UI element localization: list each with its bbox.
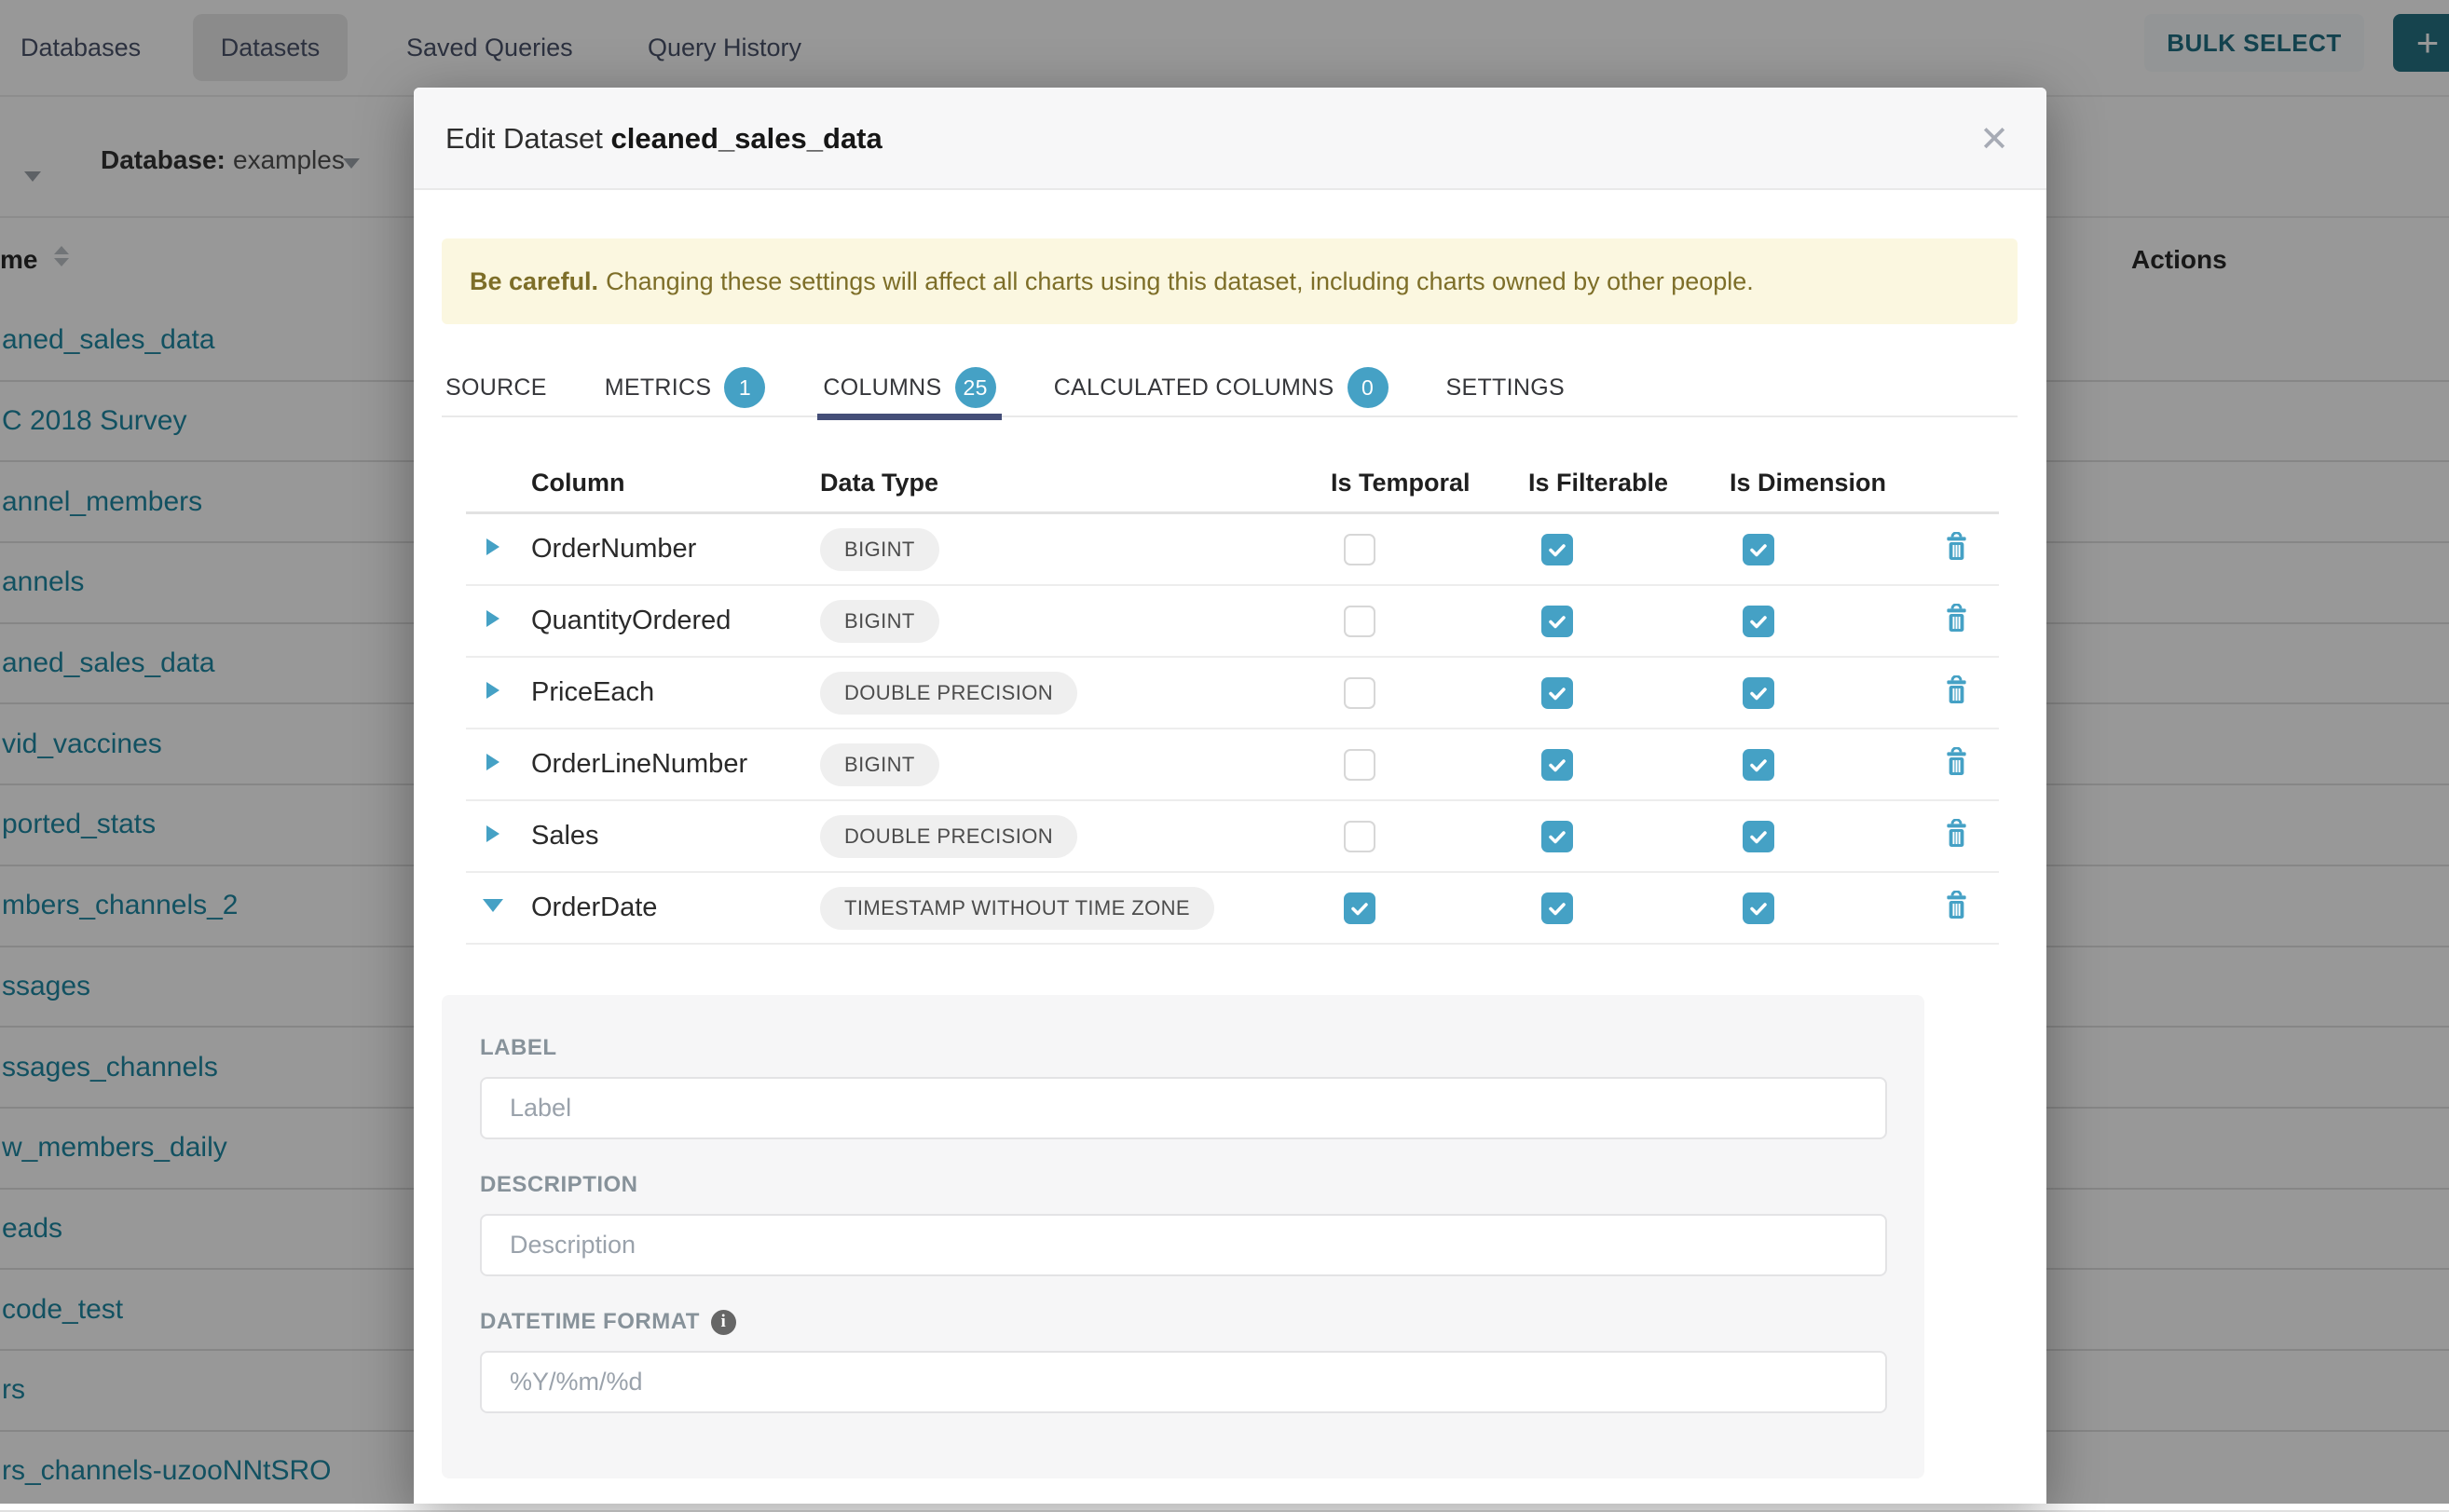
modal-title-prefix: Edit Dataset [445,122,603,155]
is-temporal-checkbox[interactable] [1344,606,1375,637]
modal-header: Edit Dataset cleaned_sales_data ✕ [414,88,2046,190]
column-row-sales: Sales DOUBLE PRECISION [466,801,1999,873]
modal-title-dataset-name: cleaned_sales_data [611,122,882,155]
expand-caret-icon[interactable] [486,754,499,770]
tab-metrics[interactable]: METRICS 1 [605,360,766,415]
column-row-ordernumber: OrderNumber BIGINT [466,514,1999,586]
column-name: PriceEach [531,677,654,707]
is-filterable-checkbox[interactable] [1541,749,1573,781]
delete-column-icon[interactable] [1944,908,1969,924]
column-row-orderdate: OrderDate TIMESTAMP WITHOUT TIME ZONE [466,873,1999,945]
expand-caret-icon[interactable] [486,538,499,555]
warning-bold: Be careful. [470,267,598,296]
tab-count-badge: 25 [955,367,996,408]
description-input[interactable] [480,1214,1887,1276]
column-row-priceeach: PriceEach DOUBLE PRECISION [466,658,1999,729]
close-icon[interactable]: ✕ [1966,88,2022,190]
tab-label: SETTINGS [1446,375,1565,402]
label-field-label: LABEL [480,1036,1887,1060]
is-dimension-checkbox[interactable] [1743,677,1774,709]
is-temporal-checkbox[interactable] [1344,677,1375,709]
data-type-pill: DOUBLE PRECISION [820,672,1077,715]
tab-settings[interactable]: SETTINGS [1446,360,1565,415]
is-dimension-checkbox[interactable] [1743,821,1774,852]
columns-table-header: Column Data Type Is Temporal Is Filterab… [466,455,1999,514]
data-type-pill: BIGINT [820,528,939,571]
is-filterable-checkbox[interactable] [1541,606,1573,637]
column-row-quantityordered: QuantityOrdered BIGINT [466,586,1999,658]
column-name: OrderDate [531,892,657,922]
expand-caret-icon[interactable] [486,610,499,627]
is-filterable-checkbox[interactable] [1541,821,1573,852]
is-temporal-checkbox[interactable] [1344,749,1375,781]
data-type-header: Data Type [820,469,1331,497]
tab-count-badge: 0 [1348,367,1389,408]
is-temporal-checkbox[interactable] [1344,821,1375,852]
tab-calculated-columns[interactable]: CALCULATED COLUMNS 0 [1054,360,1389,415]
expand-caret-icon[interactable] [486,682,499,699]
data-type-pill: DOUBLE PRECISION [820,815,1077,858]
modal-title: Edit Dataset cleaned_sales_data [445,88,882,190]
column-detail-panel: LABEL DESCRIPTION DATETIME FORMAT i [442,995,1924,1478]
is-dimension-header: Is Dimension [1730,469,1944,497]
tab-label: COLUMNS [823,375,941,402]
expand-caret-icon[interactable] [486,825,499,842]
data-type-pill: BIGINT [820,600,939,643]
is-dimension-checkbox[interactable] [1743,749,1774,781]
warning-text: Changing these settings will affect all … [606,267,1754,296]
is-dimension-checkbox[interactable] [1743,606,1774,637]
delete-column-icon[interactable] [1944,550,1969,565]
modal-tabs: SOURCE METRICS 1 COLUMNS 25 CALCULATED COLUMN… [442,360,2018,417]
column-name: QuantityOrdered [531,606,731,635]
is-dimension-checkbox[interactable] [1743,534,1774,565]
column-name: OrderNumber [531,534,696,564]
data-type-pill: BIGINT [820,743,939,786]
is-temporal-header: Is Temporal [1331,469,1528,497]
tab-label: METRICS [605,375,712,402]
is-temporal-checkbox[interactable] [1344,892,1375,924]
is-filterable-checkbox[interactable] [1541,677,1573,709]
data-type-pill: TIMESTAMP WITHOUT TIME ZONE [820,887,1214,930]
is-filterable-checkbox[interactable] [1541,892,1573,924]
tab-count-badge: 1 [724,367,765,408]
delete-column-icon[interactable] [1944,693,1969,709]
is-filterable-checkbox[interactable] [1541,534,1573,565]
column-header: Column [531,469,820,497]
tab-label: SOURCE [445,375,547,402]
delete-column-icon[interactable] [1944,765,1969,781]
columns-table: Column Data Type Is Temporal Is Filterab… [466,455,1999,945]
is-filterable-header: Is Filterable [1528,469,1730,497]
delete-column-icon[interactable] [1944,621,1969,637]
is-dimension-checkbox[interactable] [1743,892,1774,924]
delete-column-icon[interactable] [1944,837,1969,852]
label-input[interactable] [480,1077,1887,1139]
collapse-caret-icon[interactable] [483,899,503,912]
edit-dataset-modal: Edit Dataset cleaned_sales_data ✕ Be car… [414,88,2046,1504]
column-name: Sales [531,821,599,851]
tab-columns[interactable]: COLUMNS 25 [823,360,995,415]
description-field-label: DESCRIPTION [480,1173,1887,1197]
datetime-format-field-label: DATETIME FORMAT i [480,1310,1887,1334]
tab-source[interactable]: SOURCE [445,360,547,415]
tab-label: CALCULATED COLUMNS [1054,375,1334,402]
is-temporal-checkbox[interactable] [1344,534,1375,565]
column-row-orderlinenumber: OrderLineNumber BIGINT [466,729,1999,801]
info-icon[interactable]: i [711,1310,736,1335]
column-name: OrderLineNumber [531,749,747,779]
warning-banner: Be careful. Changing these settings will… [442,238,2018,324]
datetime-format-input[interactable] [480,1351,1887,1413]
